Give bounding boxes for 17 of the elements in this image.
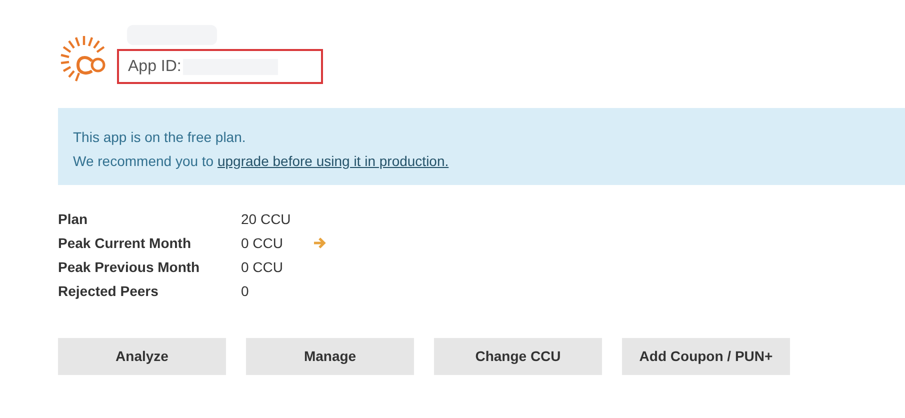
arrow-right-icon[interactable] xyxy=(313,237,326,249)
stat-label: Plan xyxy=(58,210,89,228)
notice-text: We recommend you to xyxy=(73,153,214,169)
stat-label: Peak Previous Month xyxy=(58,258,201,276)
action-button[interactable]: Analyze xyxy=(58,338,226,375)
stat-label: Peak Current Month xyxy=(58,234,192,252)
stat-label: Rejected Peers xyxy=(58,282,160,301)
action-button[interactable]: Add Coupon / PUN+ xyxy=(622,338,790,375)
stat-value: 0 CCU xyxy=(241,234,284,252)
action-button[interactable]: Change CCU xyxy=(434,338,602,375)
upgrade-link[interactable]: upgrade before using it in production. xyxy=(217,153,449,169)
app-id-label: App ID: xyxy=(128,56,182,76)
action-button[interactable]: Manage xyxy=(246,338,414,375)
stat-value: 0 CCU xyxy=(241,258,284,276)
notice-text: This app is on the free plan. xyxy=(73,128,247,147)
stat-value: 20 CCU xyxy=(241,210,292,228)
stat-value: 0 xyxy=(241,282,250,300)
